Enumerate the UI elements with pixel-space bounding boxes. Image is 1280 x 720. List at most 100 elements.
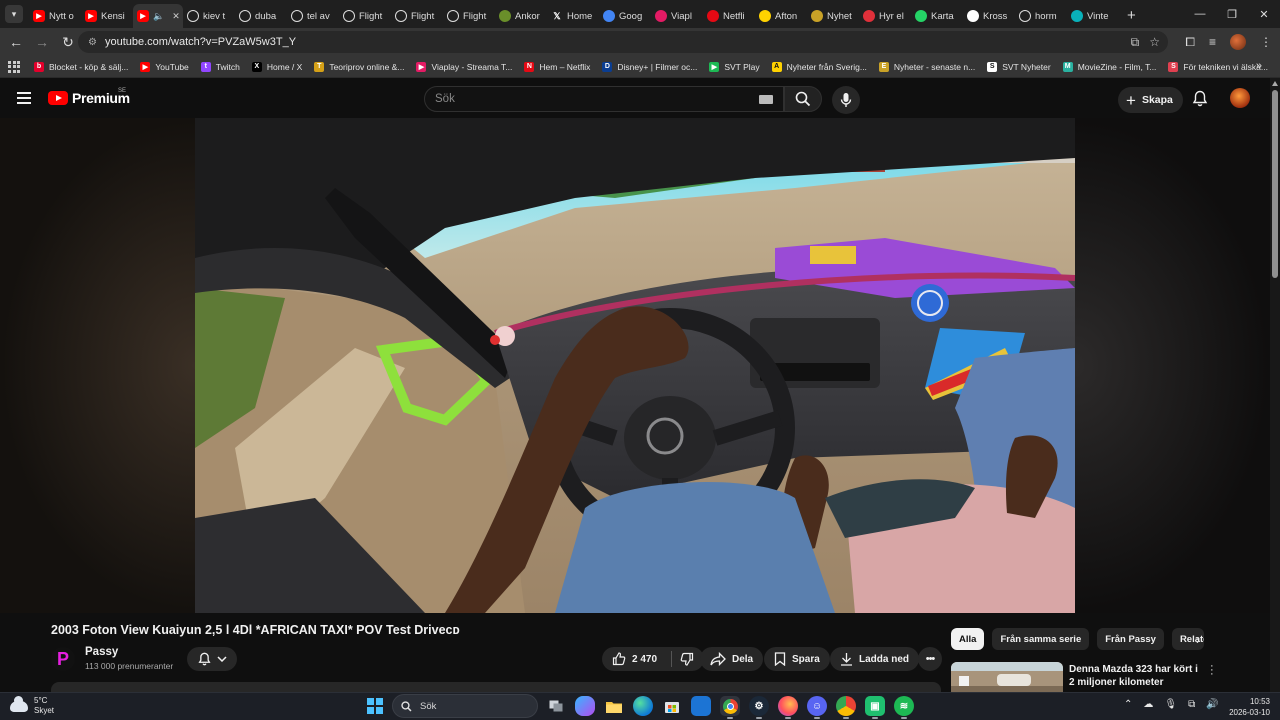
outlook-icon[interactable] [691,696,711,716]
tab-audio-icon[interactable]: 🔈 [153,11,164,22]
mic-tray-icon[interactable]: 🎙 [1164,699,1177,710]
bookmark-item[interactable]: S För tekniken vi älska... [1168,61,1268,72]
recommended-video-title[interactable]: Denna Mazda 323 har kört i 2 miljoner ki… [1069,663,1199,689]
description-box[interactable] [51,682,941,692]
share-button[interactable]: Dela [700,647,764,671]
channel-name[interactable]: Passy [85,646,118,658]
back-button[interactable]: ← [4,34,28,50]
filter-chip[interactable]: Från samma serie [992,628,1090,650]
browser-tab[interactable]: Goog [599,4,651,28]
bookmark-item[interactable]: ▶ Viaplay - Streama T... [416,61,512,72]
firefox-icon[interactable] [778,696,798,719]
browser-tab[interactable]: Kross [963,4,1015,28]
menu-icon[interactable] [17,92,31,104]
browser-tab[interactable]: Afton [755,4,807,28]
taskbar-clock[interactable]: 10:53 2026-03-10 [1222,696,1270,718]
chrome-alt-icon[interactable] [836,696,856,719]
bookmark-item[interactable]: E Nyheter - senaste n... [878,61,975,72]
create-button[interactable]: + Skapa [1118,87,1183,113]
discord-icon[interactable]: ☺ [807,696,827,719]
close-window-button[interactable]: ✕ [1248,8,1280,21]
browser-tab[interactable]: Netfli [703,4,755,28]
like-count[interactable]: 2 470 [632,654,657,665]
extensions-icon[interactable]: ⧠ [1185,35,1195,50]
browser-tab[interactable]: tel av [287,4,339,28]
volume-icon[interactable]: 🔊 [1206,699,1218,710]
bookmark-item[interactable]: D Disney+ | Filmer oc... [602,61,697,72]
browser-tab[interactable]: horm [1015,4,1067,28]
chrome-icon[interactable] [720,696,740,719]
browser-tab[interactable]: Flight [443,4,495,28]
notifications-bell-icon[interactable] [1192,90,1208,107]
bookmark-star-icon[interactable]: ☆ [1149,35,1160,50]
browser-tab[interactable]: kiev t [183,4,235,28]
copilot-icon[interactable] [575,696,595,716]
recommended-video-menu-icon[interactable]: · · · [1210,661,1214,680]
browser-tab[interactable]: Karta [911,4,963,28]
browser-tab[interactable]: duba [235,4,287,28]
taskbar-search-box[interactable]: Sök [392,694,538,718]
search-button[interactable] [784,86,822,112]
new-tab-button[interactable]: + [1127,7,1136,24]
browser-tab[interactable]: Viapl [651,4,703,28]
bookmark-item[interactable]: b Blocket - köp & sälj... [34,61,128,72]
site-info-icon[interactable]: ⚙ [88,37,97,48]
browser-tab[interactable]: ▶ Nytt o [29,4,81,28]
apps-grid-icon[interactable] [8,60,22,73]
more-actions-button[interactable]: ••• [918,647,942,671]
forward-button[interactable]: → [30,34,54,50]
browser-tab[interactable]: Nyhet [807,4,859,28]
download-button[interactable]: Ladda ned [830,647,920,671]
filter-chip[interactable]: Från Passy [1097,628,1164,650]
keyboard-icon[interactable] [759,95,773,104]
scrollbar-thumb[interactable] [1272,90,1278,278]
network-icon[interactable]: ⧉ [1188,699,1195,710]
recommended-video-thumbnail[interactable] [951,662,1063,692]
page-scrollbar[interactable] [1270,78,1280,692]
channel-avatar[interactable]: P [51,647,75,671]
account-avatar[interactable] [1230,88,1250,108]
chips-next-chevron-icon[interactable]: › [1196,633,1200,647]
bookmark-item[interactable]: M MovieZine - Film, T... [1062,61,1156,72]
browser-tab[interactable]: Flight [391,4,443,28]
tab-search-button[interactable]: ▾ [5,5,23,23]
bookmark-item[interactable]: T Teoriprov online &... [314,61,404,72]
task-view-icon[interactable] [546,696,566,716]
browser-tab[interactable]: Vinte [1067,4,1119,28]
bookmark-item[interactable]: t Twitch [200,61,240,72]
save-button[interactable]: Spara [764,647,830,671]
video-frame[interactable] [195,118,1075,613]
bookmark-item[interactable]: N Hem – Netflix [524,61,590,72]
browser-menu-icon[interactable]: ⋮ [1260,35,1272,49]
reload-button[interactable]: ↻ [56,34,80,51]
media-control-icon[interactable]: ≡ [1209,35,1216,49]
profile-avatar[interactable] [1230,34,1246,50]
maximize-button[interactable]: ❐ [1216,8,1248,21]
address-bar[interactable]: ⚙ youtube.com/watch?v=PVZaW5w3T_Y ⧉ ☆ [78,31,1168,53]
scroll-up-icon[interactable] [1272,81,1278,86]
browser-tab[interactable]: Hyr el [859,4,911,28]
close-tab-icon[interactable]: ✕ [172,11,180,22]
weather-widget[interactable]: 5°C Skyet [10,695,54,716]
bookmark-item[interactable]: X Home / X [251,61,302,72]
browser-tab[interactable]: ▶ Kensi [81,4,133,28]
onedrive-icon[interactable]: ☁ [1143,699,1153,710]
xbox-app-icon[interactable]: ▣ [865,696,885,719]
file-explorer-icon[interactable] [604,696,624,716]
show-hidden-icons[interactable]: ⌃ [1124,699,1132,710]
browser-tab-active[interactable]: ▶ 🔈 ✕ [133,4,183,28]
start-button[interactable] [367,698,383,714]
search-input[interactable]: Sök [424,86,784,112]
video-player[interactable] [0,118,1270,613]
browser-tab[interactable]: Flight [339,4,391,28]
spotify-icon[interactable]: ≋ [894,696,914,719]
bookmark-item[interactable]: A Nyheter från Sverig... [771,61,867,72]
thumbs-down-icon[interactable] [680,652,694,666]
bookmark-item[interactable]: ▶ SVT Play [709,61,760,72]
filter-chip[interactable]: Alla [951,628,985,650]
bookmark-item[interactable]: ▶ YouTube [140,61,189,72]
more-bookmarks-icon[interactable]: » [1256,60,1262,72]
voice-search-button[interactable] [832,86,860,114]
minimize-button[interactable]: — [1184,8,1216,20]
steam-icon[interactable]: ⚙ [749,696,769,719]
